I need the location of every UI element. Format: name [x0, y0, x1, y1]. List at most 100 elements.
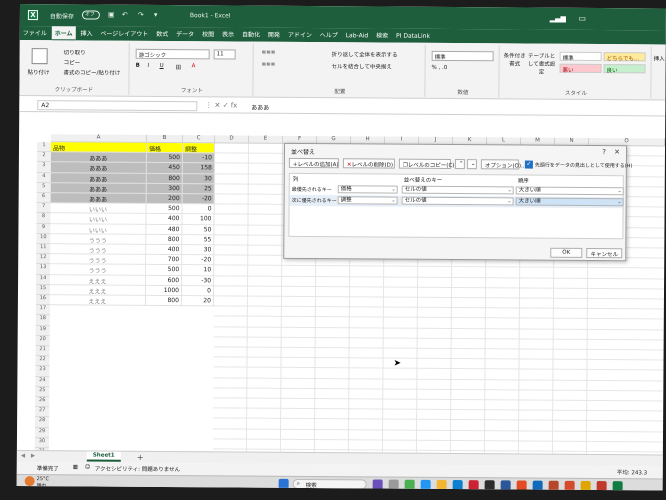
task-view-icon[interactable]	[388, 479, 399, 490]
row-header[interactable]: 13	[36, 264, 51, 275]
underline-icon[interactable]: U	[160, 63, 164, 69]
paste-icon[interactable]	[31, 48, 48, 65]
close-icon[interactable]: ✕	[614, 148, 620, 156]
cell[interactable]: えええ	[50, 274, 147, 286]
row-header[interactable]: 8	[36, 213, 51, 224]
merge-center-button[interactable]: セルを結合して中央揃え	[332, 62, 392, 70]
move-up-button[interactable]: ⌃	[454, 159, 465, 170]
cell[interactable]: 480	[146, 224, 183, 235]
tab-view[interactable]: 表示	[219, 27, 237, 40]
tab-search[interactable]: 検索	[373, 28, 391, 41]
row-header[interactable]: 22	[35, 356, 50, 367]
cell[interactable]: 調整	[182, 143, 216, 154]
row-header[interactable]: 27	[35, 407, 50, 418]
row-header[interactable]: 2	[36, 152, 51, 163]
cell[interactable]: 価格	[146, 142, 184, 154]
fx-icon[interactable]: ⋮ ✕ ✓ fx	[205, 101, 237, 109]
level2-order-select[interactable]: 大きい順 ⌄	[515, 197, 624, 207]
level1-column-select[interactable]: 価格 ⌄	[337, 185, 398, 194]
add-level-button[interactable]: +レベルの追加(A)	[288, 157, 339, 169]
tab-automate[interactable]: 自動化	[239, 28, 263, 41]
level2-key-select[interactable]: セルの値 ⌄	[401, 196, 514, 206]
row-header[interactable]: 3	[36, 162, 51, 173]
style-bad[interactable]: 悪い	[559, 63, 602, 74]
chrome-icon[interactable]	[516, 480, 527, 491]
redo-icon[interactable]: ↷	[138, 11, 144, 19]
row-header[interactable]: 29	[34, 427, 50, 438]
row-header[interactable]: 19	[35, 325, 50, 336]
cell[interactable]: 300	[146, 183, 183, 195]
cut-button[interactable]: 切り取り	[64, 48, 86, 56]
delete-level-button[interactable]: ✕レベルの削除(D)	[342, 158, 395, 169]
number-format-icons[interactable]: % , .0	[432, 65, 448, 71]
app-icon-4[interactable]	[564, 480, 575, 491]
style-neutral[interactable]: どちらでも...	[603, 52, 646, 62]
cell[interactable]: 600	[146, 275, 183, 286]
tab-home[interactable]: ホーム	[51, 26, 76, 42]
cancel-button[interactable]: キャンセル	[586, 247, 623, 259]
row-header[interactable]: 5	[36, 182, 51, 194]
header-checkbox[interactable]: ✓	[524, 160, 533, 169]
format-as-table-button[interactable]: テーブルとして書式設定	[528, 52, 556, 76]
cell[interactable]: 500	[146, 265, 183, 276]
row-header[interactable]: 15	[35, 284, 51, 296]
cell[interactable]: 25	[182, 183, 215, 195]
column-header-e[interactable]: E	[249, 135, 284, 144]
style-good[interactable]: 良い	[603, 64, 646, 74]
cell[interactable]: いいい	[50, 203, 147, 215]
row-header[interactable]: 14	[36, 274, 51, 285]
cell[interactable]: 0	[181, 285, 215, 297]
cell[interactable]: 55	[182, 234, 215, 246]
undo-icon[interactable]: ↶	[122, 11, 128, 19]
cell[interactable]: あああ	[50, 162, 147, 174]
row-header[interactable]: 9	[36, 223, 51, 234]
file-explorer-icon[interactable]	[436, 479, 447, 490]
tab-file[interactable]: ファイル	[20, 26, 50, 39]
cell[interactable]: いいい	[50, 223, 147, 235]
sheet-next-icon[interactable]: ▶	[31, 453, 35, 459]
insert-cells-button[interactable]: 挿入	[654, 54, 665, 62]
column-header-c[interactable]: C	[183, 135, 216, 144]
cell[interactable]: あああ	[50, 172, 147, 184]
help-icon[interactable]: ?	[602, 148, 606, 156]
row-header[interactable]: 18	[35, 315, 50, 326]
cell[interactable]: 400	[146, 214, 183, 225]
tab-help[interactable]: ヘルプ	[317, 28, 341, 41]
font-color-icon[interactable]: A	[192, 63, 196, 69]
tab-data[interactable]: データ	[173, 27, 197, 40]
row-header[interactable]: 6	[36, 193, 51, 204]
row-header[interactable]: 7	[36, 203, 51, 214]
row-header[interactable]: 20	[35, 335, 50, 347]
cell[interactable]: 700	[146, 255, 183, 266]
word-icon[interactable]	[500, 480, 511, 491]
excel-taskbar-icon[interactable]	[612, 481, 623, 491]
customize-icon[interactable]: ▾	[154, 11, 158, 19]
cell[interactable]: 500	[146, 153, 183, 164]
row-header[interactable]: 23	[35, 366, 50, 377]
cell[interactable]: 158	[182, 163, 215, 174]
cell[interactable]: 800	[145, 295, 182, 307]
format-painter-button[interactable]: 書式のコピー/貼り付け	[63, 68, 120, 76]
cell[interactable]: 450	[146, 163, 183, 174]
tab-page-layout[interactable]: ページレイアウト	[97, 27, 151, 40]
cell[interactable]: -20	[182, 255, 215, 266]
number-format-select[interactable]: 標準	[431, 50, 494, 62]
edge-icon[interactable]	[452, 480, 463, 491]
cell[interactable]: いいい	[50, 213, 147, 225]
row-header[interactable]: 10	[36, 233, 51, 245]
formula-input[interactable]: あああ	[251, 103, 269, 112]
move-down-button[interactable]: ⌄	[466, 159, 477, 170]
row-header[interactable]: 4	[36, 172, 51, 184]
cell[interactable]: 20	[181, 296, 214, 307]
row-header[interactable]: 16	[35, 295, 50, 306]
cell[interactable]: -20	[182, 194, 215, 205]
copy-level-button[interactable]: ❐レベルのコピー(C)	[398, 158, 454, 169]
app-icon-6[interactable]	[596, 481, 607, 491]
cell[interactable]: えええ	[49, 295, 146, 307]
cell[interactable]: あああ	[50, 193, 147, 205]
bold-icon[interactable]: B	[136, 63, 140, 69]
cell[interactable]: -10	[182, 153, 215, 164]
row-header[interactable]: 21	[35, 346, 50, 357]
powerpoint-icon[interactable]	[548, 480, 559, 491]
tab-formulas[interactable]: 数式	[153, 27, 171, 40]
